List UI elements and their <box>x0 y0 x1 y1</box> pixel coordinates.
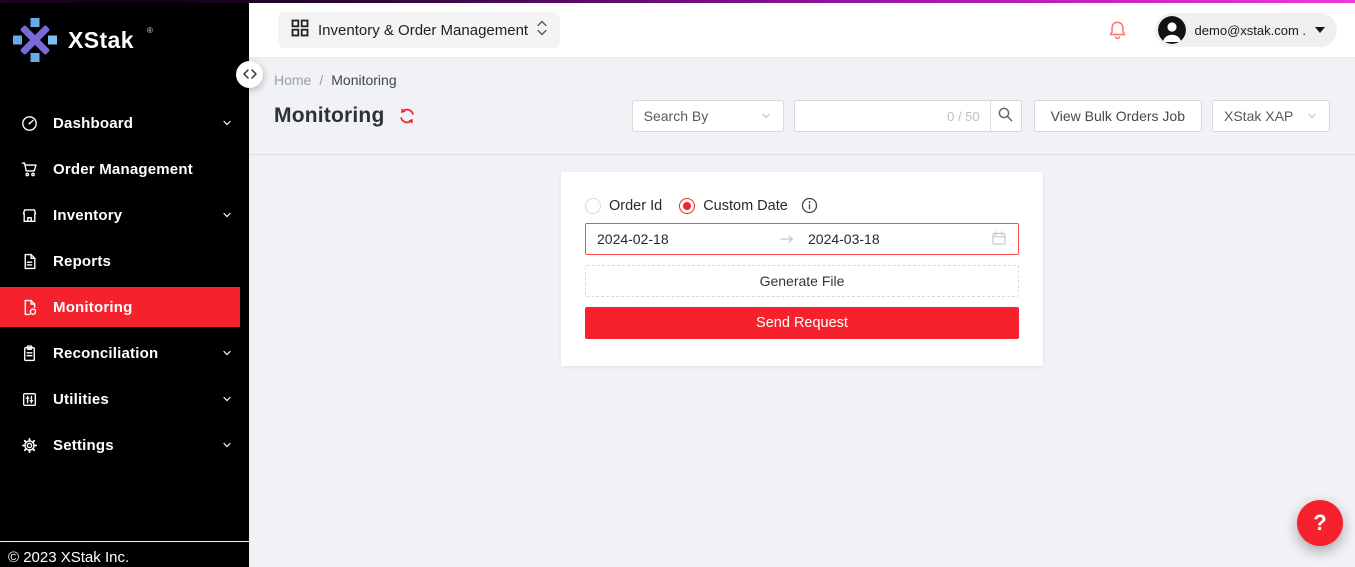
sidebar-item-reports[interactable]: Reports <box>0 241 249 281</box>
sidebar-item-monitoring[interactable]: Monitoring <box>0 287 240 327</box>
help-button[interactable]: ? <box>1297 500 1343 546</box>
page-title: Monitoring <box>274 104 384 128</box>
title-row: Monitoring Search By 0 / 50 <box>274 100 1330 132</box>
search-input[interactable] <box>805 107 941 125</box>
toolbar: Search By 0 / 50 View Bulk Orders Job <box>632 100 1330 132</box>
breadcrumb: Home / Monitoring <box>274 72 1355 88</box>
user-email: demo@xstak.com . <box>1195 23 1306 38</box>
sidebar-item-reconciliation[interactable]: Reconciliation <box>0 333 249 373</box>
calendar-icon <box>991 230 1007 249</box>
chevron-down-icon <box>221 439 233 451</box>
radio-row: Order Id Custom Date <box>585 197 1019 214</box>
collapse-arrows-icon <box>243 67 257 82</box>
brand-name: XStak <box>68 27 134 54</box>
dashboard-icon <box>20 114 38 132</box>
trademark-symbol: ® <box>147 26 153 35</box>
search-group: 0 / 50 <box>794 100 1022 132</box>
search-by-select[interactable]: Search By <box>632 100 784 132</box>
clipboard-icon <box>20 344 38 362</box>
chevron-down-icon <box>760 110 772 122</box>
date-start-input[interactable] <box>597 231 697 247</box>
monitoring-form-card: Order Id Custom Date Generate File <box>561 172 1043 366</box>
radio-circle-icon <box>585 198 601 214</box>
monitoring-icon <box>20 298 38 316</box>
updown-caret-icon <box>537 20 547 40</box>
sidebar-collapse-toggle[interactable] <box>236 61 263 88</box>
shop-icon <box>20 206 38 224</box>
cart-icon <box>20 160 38 178</box>
user-menu[interactable]: demo@xstak.com . <box>1155 13 1337 47</box>
sidebar-item-utilities[interactable]: Utilities <box>0 379 249 419</box>
search-button[interactable] <box>990 100 1022 132</box>
sidebar-item-inventory[interactable]: Inventory <box>0 195 249 235</box>
range-arrow-icon <box>780 234 794 244</box>
topbar: Inventory & Order Management demo@xstak.… <box>249 3 1355 58</box>
breadcrumb-separator: / <box>319 72 323 88</box>
sidebar-nav: Dashboard Order Management Inventory <box>0 103 249 465</box>
sidebar-footer: © 2023 XStak Inc. <box>0 541 249 567</box>
chevron-down-icon <box>221 393 233 405</box>
info-icon[interactable] <box>801 197 818 214</box>
xstak-logo-icon <box>13 18 57 67</box>
radio-circle-icon <box>679 198 695 214</box>
date-end-input[interactable] <box>808 231 908 247</box>
avatar <box>1158 16 1186 44</box>
workspace-label: Inventory & Order Management <box>318 22 528 39</box>
generate-file-button[interactable]: Generate File <box>585 265 1019 297</box>
report-icon <box>20 252 38 270</box>
radio-order-id[interactable]: Order Id <box>585 198 662 214</box>
channel-select[interactable]: XStak XAP <box>1212 100 1330 132</box>
chevron-down-icon <box>221 209 233 221</box>
search-input-wrap: 0 / 50 <box>794 100 991 132</box>
sliders-icon <box>20 390 38 408</box>
search-icon <box>997 106 1014 126</box>
chevron-down-icon <box>221 347 233 359</box>
gear-icon <box>20 436 38 454</box>
date-range-picker[interactable] <box>585 223 1019 255</box>
copyright-text: © 2023 XStak Inc. <box>8 549 129 566</box>
view-bulk-orders-button[interactable]: View Bulk Orders Job <box>1034 100 1202 132</box>
breadcrumb-home[interactable]: Home <box>274 72 311 88</box>
sidebar-item-dashboard[interactable]: Dashboard <box>0 103 249 143</box>
breadcrumb-current: Monitoring <box>331 72 396 88</box>
chevron-down-icon <box>221 117 233 129</box>
help-label: ? <box>1313 510 1326 536</box>
brand-logo[interactable]: XStak ® <box>0 3 249 67</box>
refresh-icon[interactable] <box>398 107 416 125</box>
topbar-right: demo@xstak.com . <box>1107 13 1355 47</box>
sidebar: XStak ® Dashboard Order Management <box>0 3 249 567</box>
sidebar-item-settings[interactable]: Settings <box>0 425 249 465</box>
apps-grid-icon <box>291 19 309 41</box>
workspace-switcher[interactable]: Inventory & Order Management <box>278 12 560 48</box>
caret-down-icon <box>1315 27 1325 33</box>
page-header: Home / Monitoring Monitoring Search By <box>249 58 1355 155</box>
notification-bell-icon[interactable] <box>1107 20 1128 41</box>
search-counter: 0 / 50 <box>947 109 980 124</box>
send-request-button[interactable]: Send Request <box>585 307 1019 339</box>
radio-custom-date[interactable]: Custom Date <box>679 198 788 214</box>
sidebar-item-order-management[interactable]: Order Management <box>0 149 249 189</box>
chevron-down-icon <box>1306 110 1318 122</box>
